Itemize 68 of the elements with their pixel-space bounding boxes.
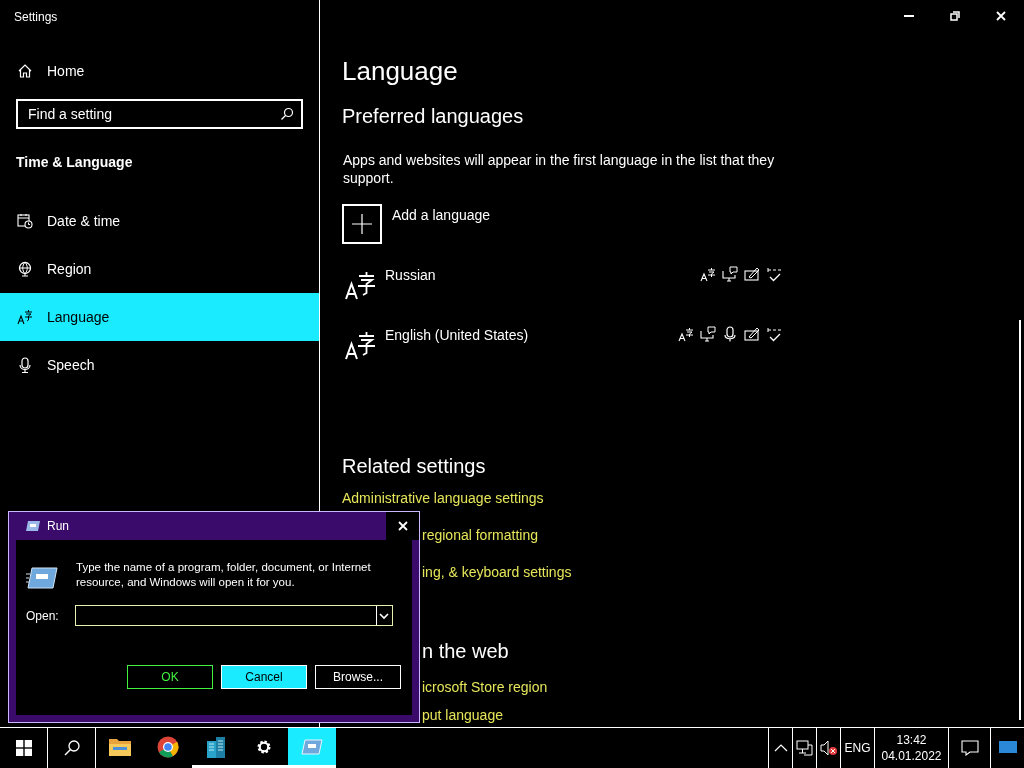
run-icon — [301, 738, 323, 755]
spell-check-icon — [766, 266, 782, 282]
dialog-message: Type the name of a program, folder, document, or Internet resource, and Windows will open it for you. — [76, 560, 372, 590]
gear-icon — [256, 738, 272, 755]
volume-button[interactable] — [816, 728, 840, 768]
close-icon — [397, 521, 408, 531]
web-link[interactable]: put language — [422, 707, 503, 723]
window-title: Settings — [13, 9, 59, 26]
muted-speaker-icon — [819, 740, 838, 756]
restore-icon — [950, 11, 960, 21]
language-icon — [345, 270, 375, 300]
monitor-speech-icon — [722, 266, 738, 282]
monitor-speech-icon — [700, 326, 716, 342]
buildings-icon — [205, 734, 227, 759]
close-icon — [996, 11, 1006, 21]
web-link[interactable]: icrosoft Store region — [422, 679, 548, 695]
sidebar-item[interactable]: Region — [0, 245, 319, 293]
home-link[interactable]: Home — [17, 63, 85, 79]
search-field[interactable]: Find a setting — [16, 99, 303, 129]
microphone-icon — [722, 326, 738, 342]
add-language-button[interactable]: Add a language — [342, 204, 491, 244]
network-icon — [795, 740, 814, 756]
settings-link[interactable]: regional formatting — [422, 527, 538, 543]
sidebar-item[interactable]: Speech — [0, 341, 319, 389]
language-pack-icon — [678, 326, 694, 342]
language-pack-icon — [700, 266, 716, 282]
chevron-down-icon — [379, 611, 390, 620]
section-heading: Related settings — [342, 455, 486, 478]
section-heading: Preferred languages — [342, 105, 524, 128]
close-button[interactable] — [386, 512, 419, 540]
installed-language-row[interactable]: Russian — [342, 264, 782, 304]
language-icon — [345, 330, 375, 360]
section-heading: n the web — [421, 640, 509, 663]
run-icon — [26, 566, 58, 590]
home-icon — [17, 63, 33, 79]
speech-bubble-icon — [960, 740, 979, 756]
browser-icon — [157, 735, 179, 758]
folder-icon — [108, 736, 132, 757]
sidebar-item[interactable]: Language — [0, 293, 319, 341]
search-icon — [280, 107, 294, 121]
run-icon — [25, 520, 41, 532]
spell-check-icon — [766, 326, 782, 342]
settings-link[interactable]: Administrative language settings — [342, 490, 544, 506]
dialog-button[interactable]: Cancel — [221, 665, 307, 689]
scrollbar[interactable] — [1019, 320, 1021, 720]
network-button[interactable] — [792, 728, 816, 768]
language-icon — [17, 309, 33, 325]
pen-box-icon — [744, 326, 760, 342]
open-combobox[interactable] — [74, 605, 393, 626]
page-title: Language — [342, 56, 458, 87]
monitor-icon — [998, 741, 1017, 755]
sidebar-item[interactable]: Date & time — [0, 197, 319, 245]
microphone-icon — [17, 357, 33, 373]
globe-icon — [17, 261, 33, 277]
installed-language-row[interactable]: English (United States) — [342, 324, 782, 364]
dialog-button[interactable]: Browse... — [315, 665, 401, 689]
calendar-clock-icon — [17, 213, 33, 229]
plus-icon — [342, 204, 382, 244]
dialog-title: Run — [47, 519, 69, 533]
description-text: Apps and websites will appear in the first language in the list that they support. — [343, 151, 776, 187]
open-label: Open: — [26, 608, 59, 623]
pen-box-icon — [744, 266, 760, 282]
chevron-up-icon — [773, 744, 788, 752]
search-icon — [63, 740, 80, 756]
windows-icon — [15, 740, 32, 756]
section-heading: Time & Language — [16, 154, 133, 170]
settings-link[interactable]: ing, & keyboard settings — [422, 564, 572, 580]
minimize-icon — [904, 15, 914, 17]
